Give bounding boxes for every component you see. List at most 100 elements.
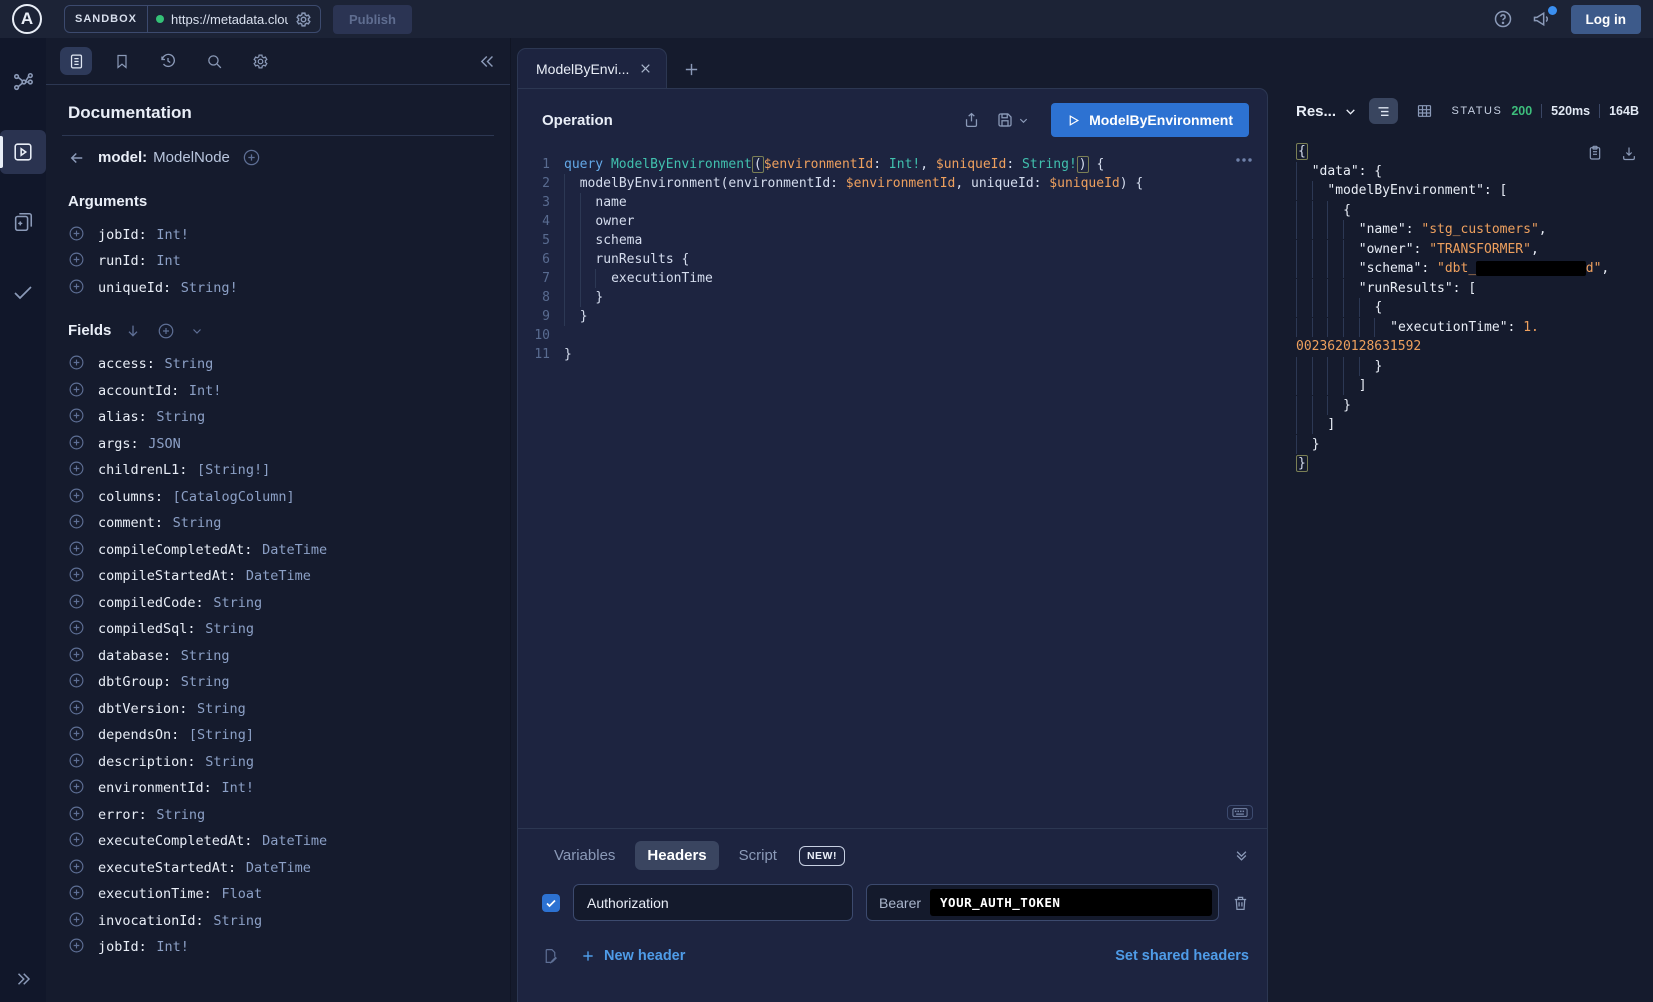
endpoint-settings-gear-icon[interactable]: [295, 11, 312, 28]
response-title[interactable]: Res...: [1296, 103, 1357, 120]
field-row[interactable]: comment: String: [62, 509, 494, 536]
argument-row[interactable]: runId: Int: [62, 247, 494, 274]
response-format-list-icon[interactable]: [1369, 98, 1398, 124]
field-row[interactable]: access: String: [62, 350, 494, 377]
save-options-chevron-icon[interactable]: [1018, 115, 1029, 126]
add-to-query-icon[interactable]: [68, 354, 85, 371]
add-to-query-icon[interactable]: [68, 251, 85, 268]
tab-script[interactable]: Script: [727, 841, 789, 870]
tab-modelbyenvironment[interactable]: ModelByEnvi...: [517, 48, 667, 88]
download-response-icon[interactable]: [1621, 144, 1637, 162]
new-tab-button[interactable]: [683, 61, 700, 78]
keyboard-shortcuts-icon[interactable]: [1227, 805, 1253, 820]
add-to-query-icon[interactable]: [68, 487, 85, 504]
add-to-query-icon[interactable]: [68, 831, 85, 848]
argument-type[interactable]: Int: [156, 253, 180, 269]
field-type[interactable]: JSON: [148, 436, 181, 452]
add-to-query-icon[interactable]: [68, 619, 85, 636]
field-row[interactable]: jobId: Int!: [62, 933, 494, 960]
add-to-query-icon[interactable]: [68, 540, 85, 557]
run-operation-button[interactable]: ModelByEnvironment: [1051, 103, 1249, 137]
add-to-query-icon[interactable]: [68, 513, 85, 530]
field-type[interactable]: String: [205, 754, 254, 770]
field-type[interactable]: [String!]: [197, 462, 270, 478]
field-row[interactable]: dbtVersion: String: [62, 694, 494, 721]
field-row[interactable]: dependsOn: [String]: [62, 721, 494, 748]
add-to-query-icon[interactable]: [68, 407, 85, 424]
share-operation-icon[interactable]: [963, 111, 980, 129]
add-to-query-icon[interactable]: [68, 752, 85, 769]
add-to-query-icon[interactable]: [68, 460, 85, 477]
field-type[interactable]: Int!: [221, 780, 254, 796]
field-row[interactable]: description: String: [62, 747, 494, 774]
field-row[interactable]: dbtGroup: String: [62, 668, 494, 695]
field-type[interactable]: String: [181, 648, 230, 664]
field-row[interactable]: args: JSON: [62, 429, 494, 456]
collapse-sidebar-icon[interactable]: [479, 53, 496, 70]
explorer-icon[interactable]: [0, 130, 46, 174]
collapse-panel-icon[interactable]: [1234, 848, 1249, 863]
breadcrumb-type[interactable]: ModelNode: [153, 149, 230, 166]
field-row[interactable]: executionTime: Float: [62, 880, 494, 907]
field-type[interactable]: Int!: [156, 939, 189, 955]
response-format-table-icon[interactable]: [1410, 98, 1439, 124]
header-name-input[interactable]: Authorization: [573, 884, 853, 921]
field-type[interactable]: String: [156, 409, 205, 425]
set-shared-headers-link[interactable]: Set shared headers: [1115, 948, 1249, 964]
add-to-query-icon[interactable]: [68, 278, 85, 295]
tab-variables[interactable]: Variables: [542, 841, 627, 870]
help-icon[interactable]: [1493, 9, 1513, 29]
new-header-button[interactable]: New header: [581, 948, 685, 964]
editor-menu-icon[interactable]: [1235, 157, 1253, 163]
close-tab-icon[interactable]: [639, 62, 652, 75]
add-to-query-icon[interactable]: [68, 778, 85, 795]
field-type[interactable]: DateTime: [246, 860, 311, 876]
add-to-query-icon[interactable]: [68, 434, 85, 451]
copy-response-icon[interactable]: [1587, 144, 1603, 162]
edit-headers-file-icon[interactable]: [542, 947, 559, 965]
field-row[interactable]: error: String: [62, 800, 494, 827]
header-enabled-checkbox[interactable]: [542, 894, 560, 912]
field-type[interactable]: DateTime: [246, 568, 311, 584]
endpoint-url-box[interactable]: https://metadata.cloud.get: [148, 6, 320, 32]
field-type[interactable]: DateTime: [262, 542, 327, 558]
query-editor[interactable]: 1query ModelByEnvironment($environmentId…: [518, 149, 1267, 828]
add-to-query-icon[interactable]: [68, 566, 85, 583]
docs-settings-gear-icon[interactable]: [244, 47, 276, 75]
argument-row[interactable]: jobId: Int!: [62, 220, 494, 247]
add-to-query-icon[interactable]: [68, 937, 85, 954]
field-row[interactable]: alias: String: [62, 403, 494, 430]
field-row[interactable]: childrenL1: [String!]: [62, 456, 494, 483]
add-to-query-icon[interactable]: [68, 805, 85, 822]
field-type[interactable]: String: [213, 595, 262, 611]
add-to-query-icon[interactable]: [68, 225, 85, 242]
argument-type[interactable]: Int!: [156, 227, 189, 243]
checks-icon[interactable]: [0, 270, 46, 314]
field-type[interactable]: [CatalogColumn]: [173, 489, 295, 505]
field-type[interactable]: String: [205, 621, 254, 637]
expand-rail-icon[interactable]: [14, 970, 32, 988]
save-operation-icon[interactable]: [996, 111, 1014, 129]
field-type[interactable]: String: [165, 356, 214, 372]
field-row[interactable]: executeStartedAt: DateTime: [62, 853, 494, 880]
field-row[interactable]: compiledCode: String: [62, 588, 494, 615]
field-row[interactable]: executeCompletedAt: DateTime: [62, 827, 494, 854]
documentation-tab-icon[interactable]: [60, 47, 92, 75]
field-row[interactable]: environmentId: Int!: [62, 774, 494, 801]
add-all-fields-icon[interactable]: [157, 322, 175, 340]
field-type[interactable]: Int!: [189, 383, 222, 399]
add-to-query-icon[interactable]: [68, 381, 85, 398]
publish-button[interactable]: Publish: [333, 5, 412, 34]
field-row[interactable]: invocationId: String: [62, 906, 494, 933]
field-row[interactable]: compileStartedAt: DateTime: [62, 562, 494, 589]
field-row[interactable]: accountId: Int!: [62, 376, 494, 403]
add-to-query-icon[interactable]: [68, 699, 85, 716]
announcements-megaphone-icon[interactable]: [1531, 9, 1553, 29]
add-to-query-icon[interactable]: [68, 672, 85, 689]
schema-graph-icon[interactable]: [0, 60, 46, 104]
field-type[interactable]: DateTime: [262, 833, 327, 849]
field-type[interactable]: [String]: [189, 727, 254, 743]
search-icon[interactable]: [198, 47, 230, 75]
field-row[interactable]: compileCompletedAt: DateTime: [62, 535, 494, 562]
fields-options-chevron-icon[interactable]: [191, 325, 203, 337]
